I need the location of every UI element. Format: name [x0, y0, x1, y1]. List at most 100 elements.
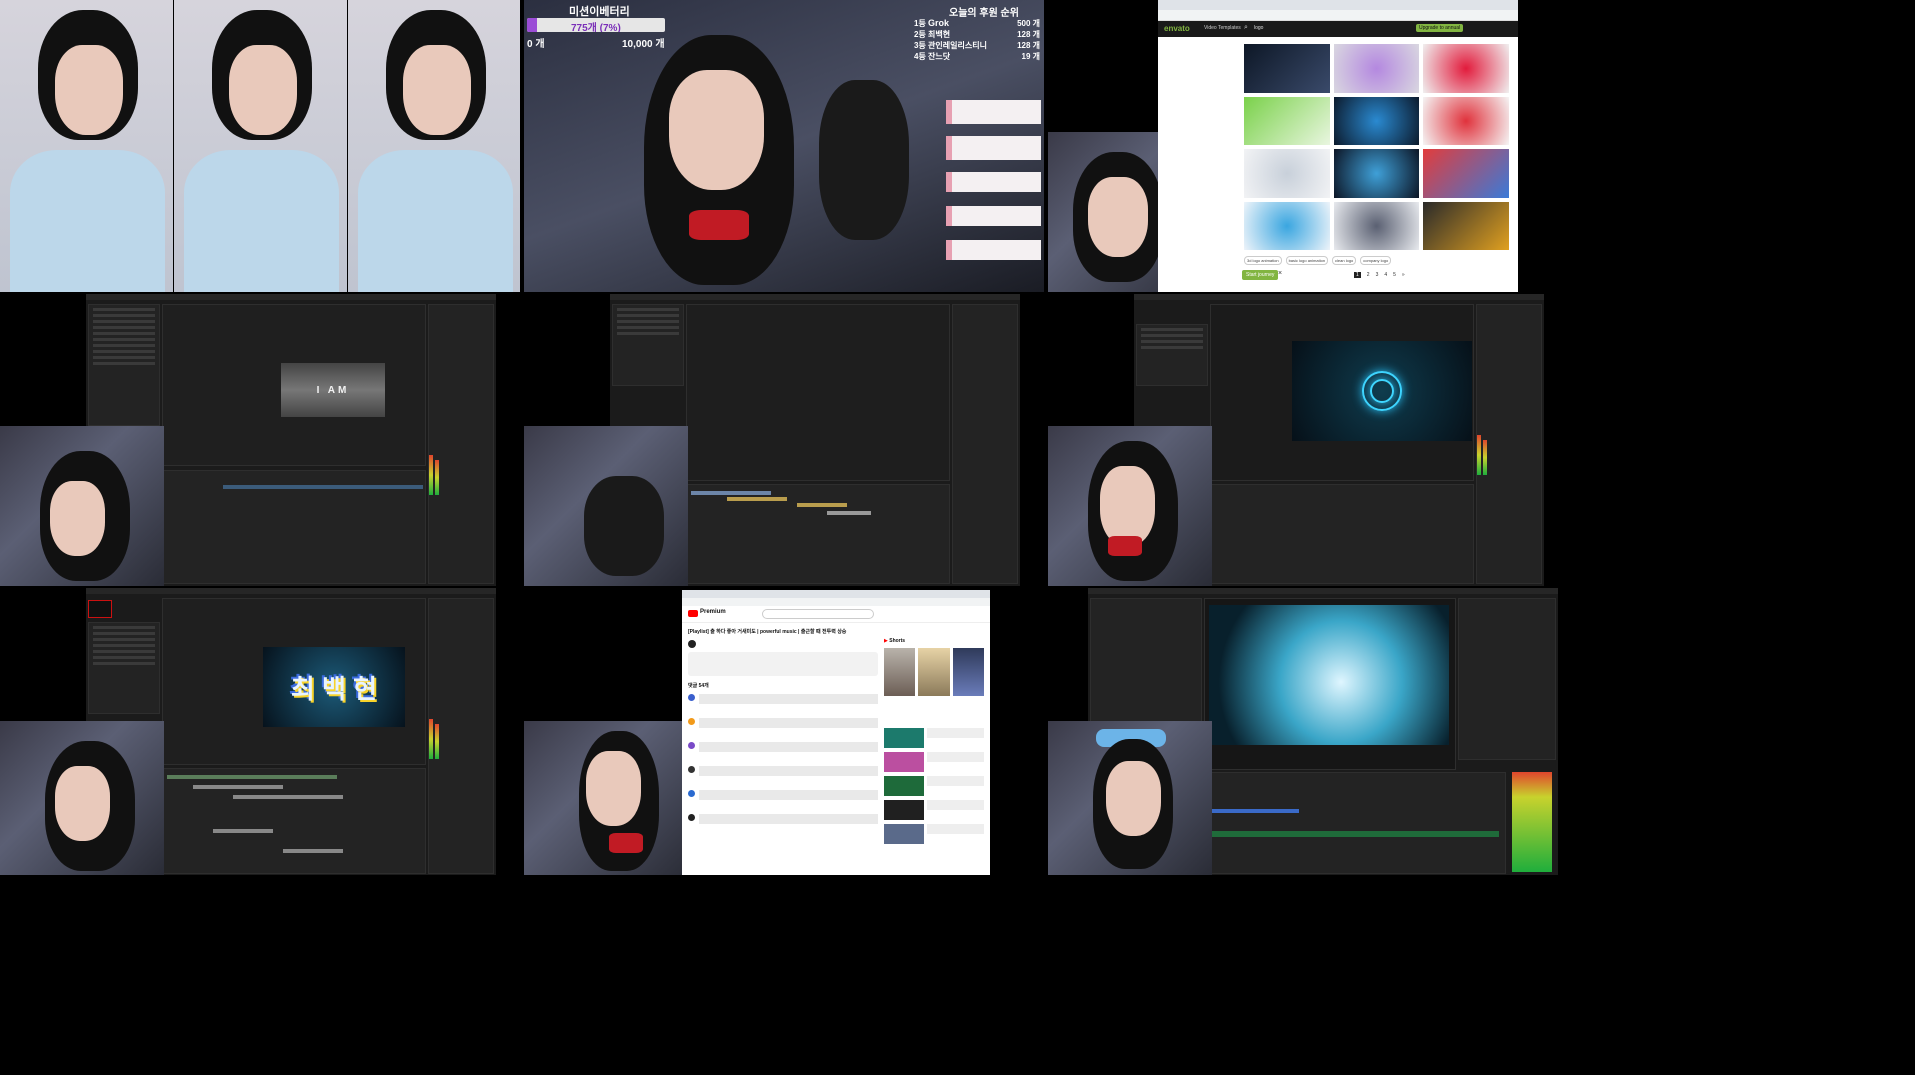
address-bar[interactable]	[682, 598, 990, 606]
search-input[interactable]: logo	[1254, 25, 1263, 31]
timeline-track	[1209, 831, 1499, 837]
close-icon[interactable]: ×	[1278, 270, 1282, 277]
timeline-panel	[162, 470, 426, 584]
after-effects-tile-2	[524, 294, 1044, 586]
webcam-inset	[524, 721, 688, 875]
template-card[interactable]	[1333, 201, 1420, 250]
red-bow	[609, 833, 643, 853]
composition-viewer	[1210, 304, 1474, 481]
timeline-track	[827, 511, 871, 515]
search-icon[interactable]: ⌕	[1244, 24, 1248, 32]
ranking-row: 1등 Grok 500 개	[914, 18, 1040, 28]
tag-chip[interactable]: clean logo	[1332, 256, 1357, 265]
related-video[interactable]	[884, 776, 984, 796]
red-bow	[689, 210, 749, 240]
envato-browser-tile: envato Video Templates ⌕ logo Upgrade to…	[1048, 0, 1568, 292]
template-card[interactable]	[1423, 201, 1509, 250]
browser-tabs	[682, 590, 990, 598]
start-journey-button[interactable]: Start journey	[1242, 270, 1279, 280]
after-effects-tile-3	[1048, 294, 1568, 586]
comp-text: I AM	[316, 384, 350, 396]
template-card[interactable]	[1244, 96, 1330, 145]
timeline-track	[797, 503, 847, 507]
related-video[interactable]	[884, 824, 984, 844]
template-card[interactable]	[1333, 44, 1420, 93]
short-thumbnail[interactable]	[952, 648, 984, 696]
short-thumbnail[interactable]	[918, 648, 950, 696]
page-link[interactable]: 1	[1354, 272, 1361, 278]
template-card[interactable]	[1244, 149, 1330, 198]
program-frame	[1209, 605, 1449, 745]
timeline-track	[283, 849, 343, 853]
template-card[interactable]	[1423, 96, 1509, 145]
youtube-header: Premium	[682, 606, 990, 623]
portrait-panel-3	[348, 0, 520, 292]
comment-item	[688, 790, 878, 800]
goal-progress-text: 775개 (7%)	[571, 23, 621, 32]
composition-viewer: I AM	[162, 304, 426, 466]
template-card[interactable]	[1244, 44, 1330, 93]
tag-chip[interactable]: 3d logo animation	[1244, 256, 1282, 265]
goal-min: 0 개	[527, 39, 545, 50]
page-link[interactable]: 5	[1393, 272, 1396, 278]
template-card[interactable]	[1244, 201, 1330, 250]
youtube-brand[interactable]: Premium	[700, 609, 726, 615]
related-video[interactable]	[884, 728, 984, 748]
related-video[interactable]	[884, 752, 984, 772]
timeline-track	[1209, 809, 1299, 813]
timeline-panel	[686, 484, 950, 584]
goal-title: 미션이베터리	[569, 6, 630, 18]
nav-video-templates[interactable]: Video Templates	[1204, 25, 1241, 31]
template-card[interactable]	[1333, 149, 1420, 198]
comp-thumbnail	[88, 600, 112, 618]
hud-ring	[1370, 379, 1394, 403]
shorts-row	[884, 648, 984, 696]
envato-logo[interactable]: envato	[1164, 24, 1190, 33]
short-thumbnail[interactable]	[884, 648, 916, 696]
channel-avatar[interactable]	[688, 640, 696, 648]
timeline-track	[727, 497, 787, 501]
template-card[interactable]	[1423, 44, 1509, 93]
chat-message	[946, 136, 1041, 160]
ranking-list: 1등 Grok 500 개 2등 최백현 128 개 3등 관인레일리스티니 128 …	[914, 18, 1040, 62]
page-link[interactable]: »	[1402, 272, 1405, 278]
tag-chip[interactable]: basic logo animation	[1285, 256, 1329, 265]
template-card[interactable]	[1333, 96, 1420, 145]
editor-toolbar	[1134, 294, 1544, 300]
editor-toolbar	[1088, 588, 1558, 594]
composition-viewer: 최 백 현	[162, 598, 426, 765]
goal-max: 10,000 개	[622, 39, 665, 50]
timeline-track	[233, 795, 343, 799]
template-card[interactable]	[1423, 149, 1509, 198]
webcam-inset	[0, 426, 164, 586]
portrait-panel-2	[174, 0, 347, 292]
editor-toolbar	[610, 294, 1020, 300]
timeline-track	[193, 785, 283, 789]
effects-panel	[428, 304, 494, 584]
related-video[interactable]	[884, 800, 984, 820]
timeline-track	[691, 491, 771, 495]
goal-progress-bar: 775개 (7%)	[527, 18, 665, 32]
youtube-logo-icon[interactable]	[688, 610, 698, 617]
description-box[interactable]	[688, 652, 878, 676]
page-link[interactable]: 4	[1384, 272, 1387, 278]
tag-row: 3d logo animation basic logo animation c…	[1244, 256, 1514, 265]
editor-toolbar	[86, 294, 496, 300]
page-link[interactable]: 3	[1376, 272, 1379, 278]
red-bow	[1108, 536, 1142, 556]
webcam-inset	[1048, 721, 1212, 875]
upgrade-button[interactable]: Upgrade to annual	[1416, 24, 1464, 32]
after-effects-tile-1: I AM	[0, 294, 520, 586]
comp-frame: I AM	[281, 363, 385, 417]
effects-panel	[952, 304, 1018, 584]
tag-chip[interactable]: company logo	[1360, 256, 1392, 265]
shorts-label: ▶ Shorts	[884, 638, 906, 644]
timeline-track	[213, 829, 273, 833]
page-link[interactable]: 2	[1367, 272, 1370, 278]
microphone	[819, 80, 909, 240]
project-panel	[1136, 324, 1208, 386]
comments-count: 댓글 54개	[688, 683, 709, 689]
address-bar[interactable]	[1158, 10, 1518, 21]
search-input[interactable]	[762, 609, 874, 619]
browser-window: envato Video Templates ⌕ logo Upgrade to…	[1158, 0, 1518, 292]
